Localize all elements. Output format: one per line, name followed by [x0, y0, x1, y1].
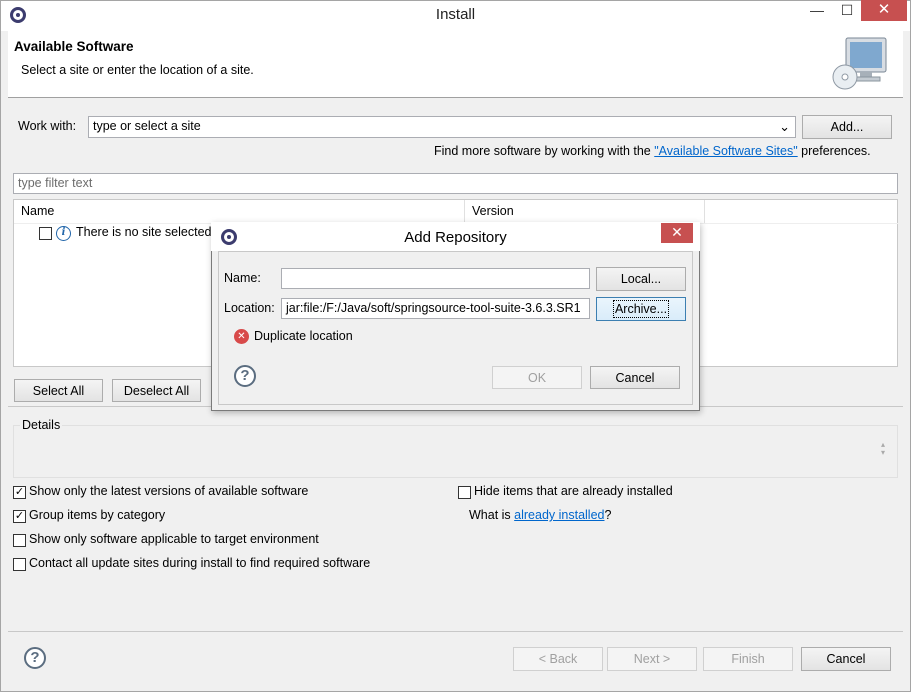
- available-software-sites-link[interactable]: "Available Software Sites": [654, 144, 797, 158]
- name-label: Name:: [224, 271, 261, 285]
- column-header-version[interactable]: Version: [465, 200, 705, 223]
- what-is-installed-text: What is already installed?: [469, 508, 611, 522]
- archive-button-label: Archive...: [612, 300, 670, 318]
- ok-button[interactable]: OK: [492, 366, 582, 389]
- group-by-category-checkbox[interactable]: ✓: [13, 510, 26, 523]
- banner-title: Available Software: [14, 39, 134, 54]
- what-is-prefix: What is: [469, 508, 515, 522]
- back-button[interactable]: < Back: [513, 647, 603, 671]
- dialog-help-icon[interactable]: ?: [234, 365, 256, 387]
- details-scroll-arrows[interactable]: ▴ ▾: [881, 441, 889, 457]
- add-site-button[interactable]: Add...: [802, 115, 892, 139]
- dialog-cancel-button[interactable]: Cancel: [590, 366, 680, 389]
- select-all-button[interactable]: Select All: [14, 379, 103, 402]
- find-more-suffix: preferences.: [797, 144, 871, 158]
- next-button[interactable]: Next >: [607, 647, 697, 671]
- info-icon: i: [56, 226, 71, 241]
- already-installed-link[interactable]: already installed: [514, 508, 604, 522]
- work-with-label: Work with:: [18, 119, 77, 133]
- target-env-checkbox[interactable]: [13, 534, 26, 547]
- window-close-button[interactable]: ✕: [861, 0, 907, 21]
- cancel-button[interactable]: Cancel: [801, 647, 891, 671]
- latest-versions-label: Show only the latest versions of availab…: [29, 484, 309, 498]
- latest-versions-checkbox[interactable]: ✓: [13, 486, 26, 499]
- column-header-name[interactable]: Name: [14, 200, 465, 223]
- contact-sites-checkbox[interactable]: [13, 558, 26, 571]
- details-label: Details: [20, 418, 63, 432]
- location-label: Location:: [224, 301, 275, 315]
- window-title: Install: [435, 6, 476, 23]
- details-area: [13, 425, 898, 478]
- target-env-label: Show only software applicable to target …: [29, 532, 319, 546]
- find-more-text: Find more software by working with the "…: [434, 144, 871, 158]
- find-more-prefix: Find more software by working with the: [434, 144, 655, 158]
- work-with-combo[interactable]: type or select a site ⌄: [88, 116, 796, 138]
- row-checkbox[interactable]: [39, 227, 52, 240]
- local-button[interactable]: Local...: [596, 267, 686, 291]
- minimize-button[interactable]: —: [803, 0, 831, 22]
- install-computer-icon: [830, 35, 890, 91]
- table-row-message: There is no site selected.: [76, 225, 215, 239]
- finish-button[interactable]: Finish: [703, 647, 793, 671]
- archive-button[interactable]: Archive...: [596, 297, 686, 321]
- dialog-close-button[interactable]: ✕: [661, 223, 693, 243]
- contact-sites-label: Contact all update sites during install …: [29, 556, 371, 570]
- filter-placeholder: type filter text: [18, 176, 93, 190]
- footer-separator: [8, 631, 903, 632]
- maximize-button[interactable]: ☐: [833, 0, 861, 22]
- hide-installed-checkbox[interactable]: [458, 486, 471, 499]
- help-icon[interactable]: ?: [24, 647, 46, 669]
- repo-name-input[interactable]: [281, 268, 590, 289]
- chevron-down-icon[interactable]: ⌄: [779, 117, 790, 136]
- repo-location-input[interactable]: jar:file:/F:/Java/soft/springsource-tool…: [281, 298, 590, 319]
- filter-input[interactable]: type filter text: [13, 173, 898, 194]
- what-is-suffix: ?: [604, 508, 612, 522]
- work-with-placeholder: type or select a site: [93, 119, 201, 133]
- error-icon: ✕: [234, 329, 249, 344]
- hide-installed-label: Hide items that are already installed: [474, 484, 673, 498]
- deselect-all-button[interactable]: Deselect All: [112, 379, 201, 402]
- group-by-category-label: Group items by category: [29, 508, 166, 522]
- error-message: Duplicate location: [254, 329, 353, 343]
- banner-subtitle: Select a site or enter the location of a…: [21, 63, 254, 77]
- dialog-title: Add Repository: [404, 229, 507, 246]
